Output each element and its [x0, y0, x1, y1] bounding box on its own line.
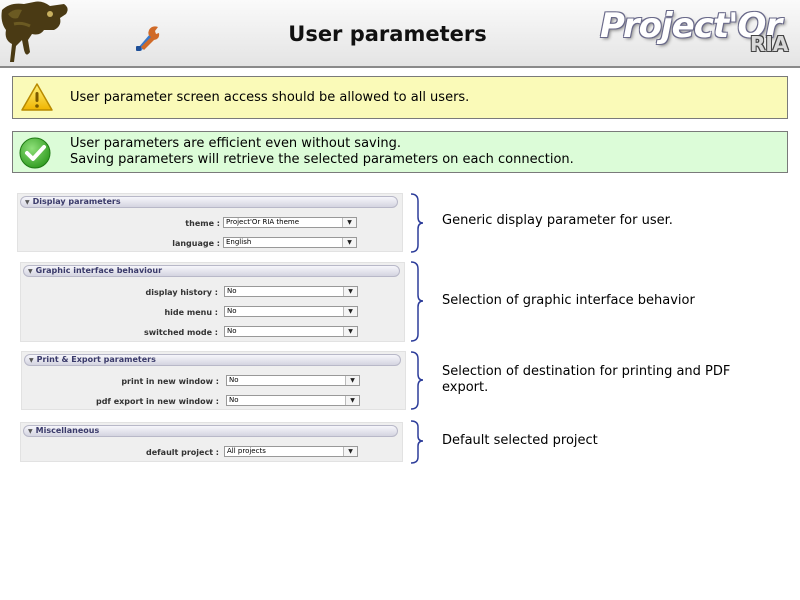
info-text-line-1: User parameters are efficient even witho…	[70, 136, 401, 151]
select-value: No	[229, 396, 239, 404]
note-display: Generic display parameter for user.	[442, 213, 673, 228]
warning-text: User parameter screen access should be a…	[70, 90, 470, 105]
chevron-down-icon[interactable]: ▼	[343, 287, 357, 296]
pdf-export-new-window-label: pdf export in new window :	[95, 397, 219, 406]
green-check-icon	[19, 137, 51, 169]
note-misc: Default selected project	[442, 433, 598, 448]
pdf-export-new-window-select[interactable]: No ▼	[226, 395, 360, 406]
chevron-down-icon[interactable]: ▼	[343, 307, 357, 316]
note-print: Selection of destination for printing an…	[442, 364, 731, 395]
info-text: User parameters are efficient even witho…	[70, 136, 574, 168]
warning-message: User parameter screen access should be a…	[12, 76, 788, 119]
panel-header-print[interactable]: ▼ Print & Export parameters	[24, 354, 401, 366]
select-value: No	[227, 307, 237, 315]
select-value: No	[229, 376, 239, 384]
info-message: User parameters are efficient even witho…	[12, 131, 788, 173]
select-value: No	[227, 287, 237, 295]
brand-logo-suffix: RIA	[750, 32, 789, 56]
bracket-print	[410, 351, 424, 410]
display-history-label: display history :	[145, 288, 218, 297]
switched-mode-label: switched mode :	[143, 328, 218, 337]
default-project-label: default project :	[146, 448, 219, 457]
panel-title: Print & Export parameters	[36, 355, 156, 364]
display-history-select[interactable]: No ▼	[224, 286, 358, 297]
chevron-down-icon[interactable]: ▼	[342, 218, 356, 227]
select-value: English	[226, 238, 252, 246]
display-parameters-panel: ▼ Display parameters theme : Project'Or R…	[17, 193, 403, 252]
hide-menu-select[interactable]: No ▼	[224, 306, 358, 317]
print-new-window-label: print in new window :	[121, 377, 219, 386]
chevron-down-icon[interactable]: ▼	[343, 327, 357, 336]
bracket-display	[410, 193, 424, 253]
chevron-down-icon[interactable]: ▼	[343, 447, 357, 456]
print-export-panel: ▼ Print & Export parameters print in new …	[21, 351, 406, 410]
hide-menu-label: hide menu :	[164, 308, 218, 317]
panel-header-misc[interactable]: ▼ Miscellaneous	[23, 425, 398, 437]
switched-mode-select[interactable]: No ▼	[224, 326, 358, 337]
panel-title: Graphic interface behaviour	[35, 266, 163, 275]
app-header: User parameters Project'Or RIA	[0, 0, 800, 68]
bracket-graphic	[410, 261, 424, 342]
info-text-line-2: Saving parameters will retrieve the sele…	[70, 152, 574, 167]
print-new-window-select[interactable]: No ▼	[226, 375, 360, 386]
triangle-down-icon: ▼	[29, 357, 34, 364]
triangle-down-icon: ▼	[28, 428, 33, 435]
panel-title: Miscellaneous	[35, 426, 100, 435]
chevron-down-icon[interactable]: ▼	[345, 396, 359, 405]
select-value: No	[227, 327, 237, 335]
theme-select[interactable]: Project'Or RIA theme ▼	[223, 217, 357, 228]
theme-label: theme :	[185, 219, 220, 228]
bracket-misc	[410, 420, 424, 464]
graphic-interface-panel: ▼ Graphic interface behaviour display his…	[20, 262, 405, 342]
triangle-down-icon: ▼	[25, 199, 30, 206]
triangle-down-icon: ▼	[28, 268, 33, 275]
panel-header-graphic[interactable]: ▼ Graphic interface behaviour	[23, 265, 400, 277]
language-select[interactable]: English ▼	[223, 237, 357, 248]
panel-header-display[interactable]: ▼ Display parameters	[20, 196, 398, 208]
note-graphic: Selection of graphic interface behavior	[442, 293, 695, 308]
miscellaneous-panel: ▼ Miscellaneous default project : All pro…	[20, 422, 403, 462]
chevron-down-icon[interactable]: ▼	[342, 238, 356, 247]
language-label: language :	[172, 239, 220, 248]
select-value: Project'Or RIA theme	[226, 218, 300, 226]
chevron-down-icon[interactable]: ▼	[345, 376, 359, 385]
warning-triangle-icon	[21, 83, 53, 111]
panel-title: Display parameters	[32, 197, 121, 206]
default-project-select[interactable]: All projects ▼	[224, 446, 358, 457]
select-value: All projects	[227, 447, 266, 455]
